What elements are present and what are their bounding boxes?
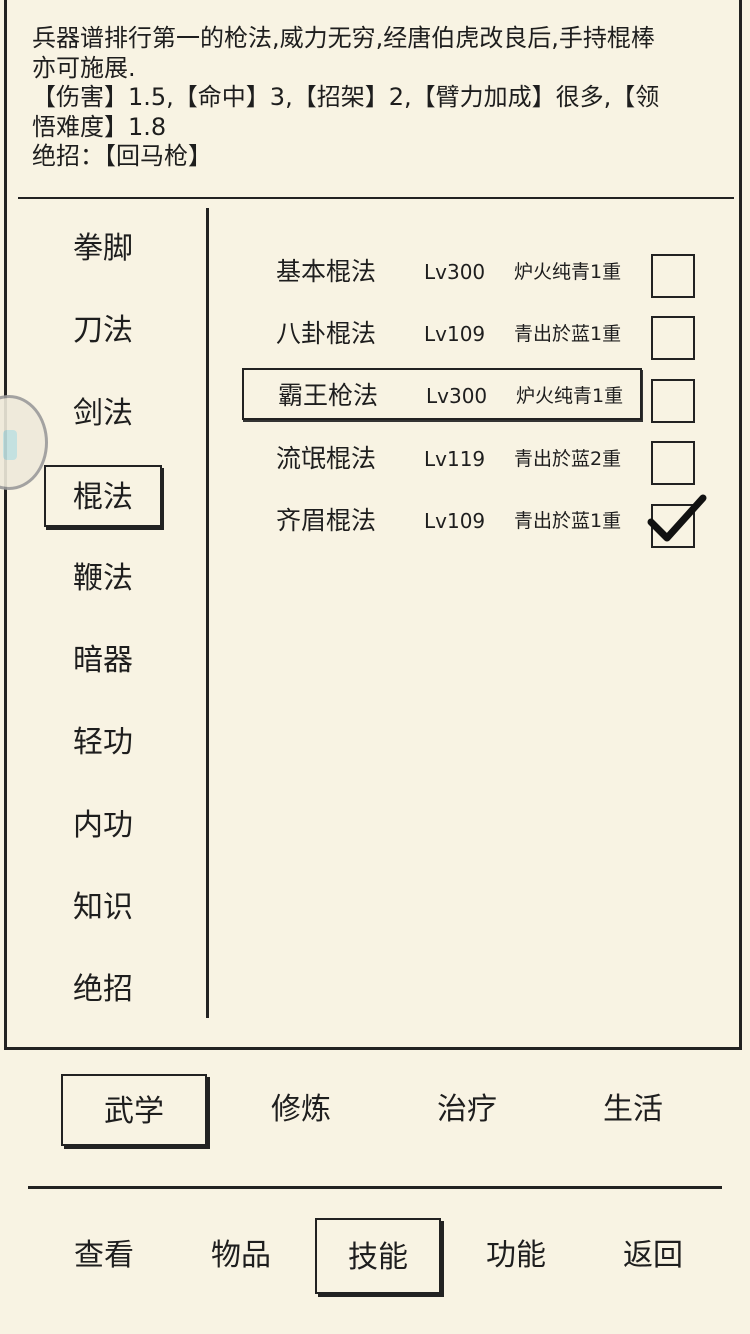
checkmark-icon [647, 494, 707, 542]
skill-name: 霸王枪法 [278, 381, 379, 410]
nav-view[interactable]: 查看 [41, 1218, 167, 1294]
skill-level: Lv109 [424, 509, 486, 533]
assist-icon [3, 430, 17, 460]
skill-checkbox-checked[interactable] [647, 494, 707, 548]
skill-row[interactable]: 八卦棍法 Lv109 青出於蓝1重 [242, 308, 642, 360]
skill-row-selected[interactable]: 霸王枪法 Lv300 炉火纯青1重 [242, 368, 642, 420]
skill-tier: 青出於蓝1重 [514, 510, 622, 532]
category-item[interactable]: 拳脚 [44, 218, 162, 280]
divider [18, 197, 734, 199]
skill-level: Lv109 [424, 322, 486, 346]
category-item[interactable]: 绝招 [44, 959, 162, 1021]
divider [206, 208, 209, 1018]
nav-skills[interactable]: 技能 [315, 1218, 441, 1294]
skill-name: 齐眉棍法 [276, 506, 377, 535]
tab-martial-arts[interactable]: 武学 [61, 1074, 207, 1146]
skill-row[interactable]: 流氓棍法 Lv119 青出於蓝2重 [242, 433, 642, 485]
skill-row[interactable]: 齐眉棍法 Lv109 青出於蓝1重 [242, 495, 642, 547]
tab-healing[interactable]: 治疗 [394, 1074, 540, 1146]
tab-training[interactable]: 修炼 [228, 1074, 374, 1146]
skill-tier: 炉火纯青1重 [514, 261, 622, 283]
nav-items[interactable]: 物品 [178, 1218, 304, 1294]
skill-tier: 青出於蓝2重 [514, 448, 622, 470]
skill-row[interactable]: 基本棍法 Lv300 炉火纯青1重 [242, 246, 642, 298]
skill-name: 基本棍法 [276, 257, 377, 286]
skill-name: 流氓棍法 [276, 444, 377, 473]
category-item[interactable]: 内功 [44, 795, 162, 857]
nav-functions[interactable]: 功能 [453, 1218, 579, 1294]
category-item-selected[interactable]: 棍法 [44, 465, 162, 527]
skill-checkbox[interactable] [651, 379, 695, 423]
skill-name: 八卦棍法 [276, 319, 377, 348]
tab-life[interactable]: 生活 [560, 1074, 706, 1146]
category-item[interactable]: 刀法 [44, 300, 162, 362]
category-item[interactable]: 剑法 [44, 383, 162, 445]
category-item[interactable]: 知识 [44, 877, 162, 939]
nav-back[interactable]: 返回 [590, 1218, 716, 1294]
skill-tier: 炉火纯青1重 [516, 385, 624, 407]
skill-level: Lv300 [426, 384, 488, 408]
skill-checkbox[interactable] [651, 254, 695, 298]
skill-level: Lv119 [424, 447, 486, 471]
divider [28, 1186, 722, 1189]
skill-checkbox[interactable] [651, 316, 695, 360]
category-item[interactable]: 鞭法 [44, 548, 162, 610]
category-item[interactable]: 轻功 [44, 712, 162, 774]
skill-checkbox[interactable] [651, 441, 695, 485]
category-item[interactable]: 暗器 [44, 630, 162, 692]
skill-level: Lv300 [424, 260, 486, 284]
skill-tier: 青出於蓝1重 [514, 323, 622, 345]
